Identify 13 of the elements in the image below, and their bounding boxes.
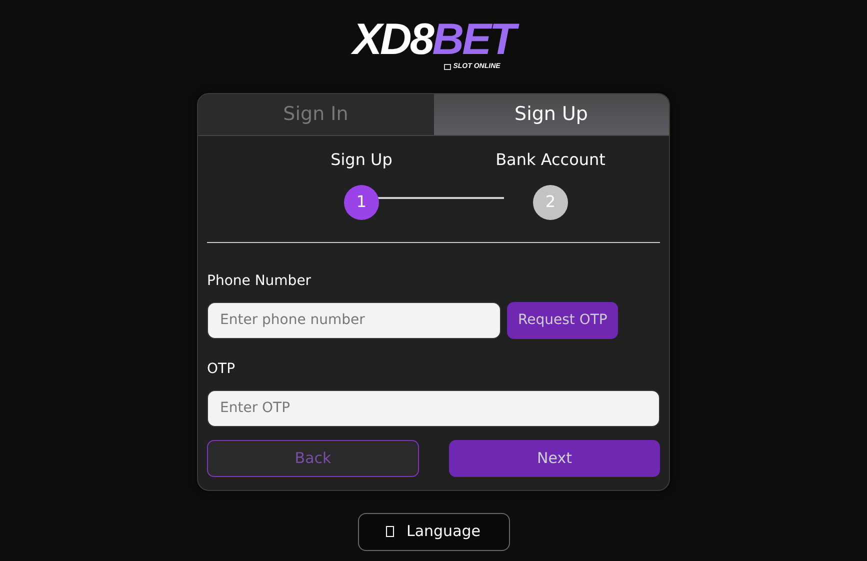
- tab[interactable]: Sign In: [198, 94, 434, 134]
- step-number: 2: [533, 184, 568, 220]
- step-label: Bank Account: [496, 148, 606, 170]
- otp-field[interactable]: Enter OTP: [207, 390, 660, 426]
- field-label: OTP: [207, 360, 236, 378]
- phone-field[interactable]: Enter phone number: [207, 302, 501, 338]
- language-button[interactable]: Language: [358, 512, 510, 550]
- step-label: Sign Up: [330, 148, 392, 170]
- tab[interactable]: Sign Up: [434, 94, 669, 134]
- request-otp-button[interactable]: Request OTP: [507, 302, 618, 338]
- field-label: Phone Number: [207, 272, 312, 290]
- next-button[interactable]: Next: [449, 440, 660, 476]
- step-number: 1: [344, 184, 379, 220]
